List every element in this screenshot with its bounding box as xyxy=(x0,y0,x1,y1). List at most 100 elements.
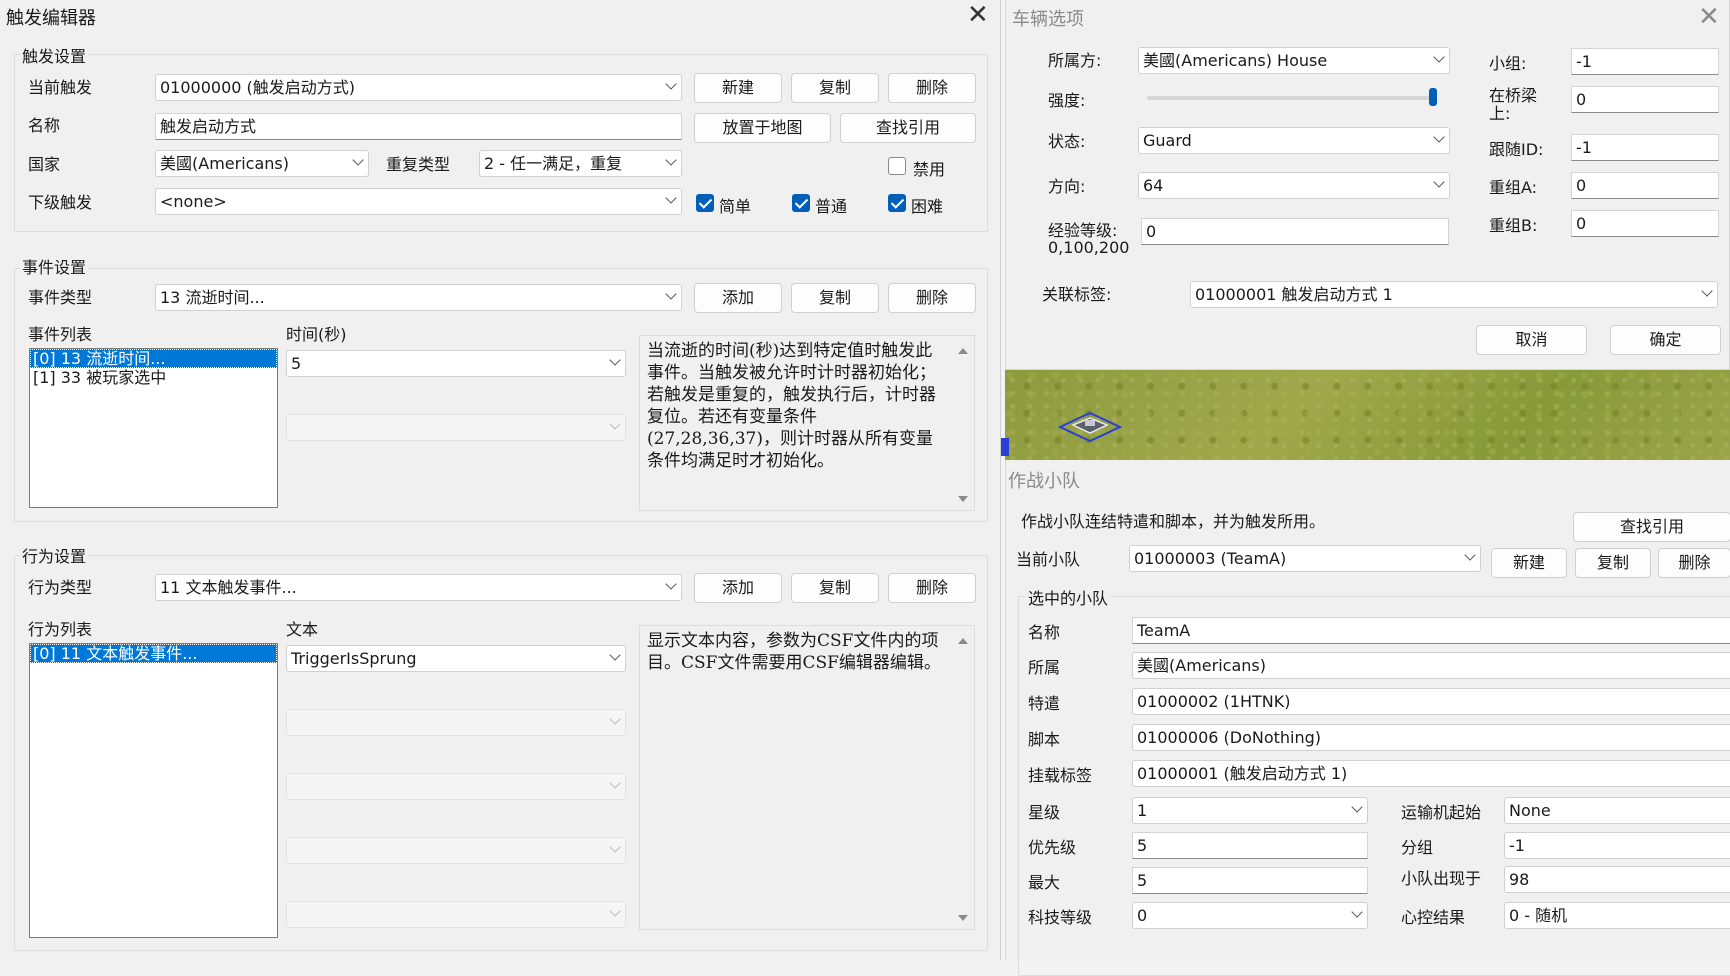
delete-action-button[interactable]: 删除 xyxy=(888,573,976,603)
trigger-settings-label: 触发设置 xyxy=(20,43,89,67)
team-tag-select[interactable]: 01000001 (触发启动方式 1) xyxy=(1132,760,1730,787)
current-team-select[interactable]: 01000003 (TeamA) xyxy=(1129,545,1481,572)
event-param-select[interactable]: 5 xyxy=(286,350,626,377)
direction-select[interactable]: 64 xyxy=(1138,172,1450,199)
action-list[interactable]: [0] 11 文本触发事件... xyxy=(29,643,278,938)
priority-input[interactable]: 5 xyxy=(1132,832,1368,859)
team-tag-label: 挂载标签 xyxy=(1028,766,1093,785)
scroll-up-icon[interactable] xyxy=(958,638,968,644)
taskforce-select[interactable]: 01000002 (1HTNK) xyxy=(1132,688,1730,715)
owner-label: 所属方: xyxy=(1048,51,1102,70)
scroll-down-icon[interactable] xyxy=(958,496,968,502)
tank-unit-icon[interactable] xyxy=(1055,405,1125,445)
tag-label: 关联标签: xyxy=(1042,285,1112,304)
strength-slider-track[interactable] xyxy=(1147,96,1437,100)
action-settings-label: 行为设置 xyxy=(20,543,89,567)
normal-checkbox[interactable] xyxy=(792,194,810,212)
copy-action-button[interactable]: 复制 xyxy=(791,573,879,603)
state-select[interactable]: Guard xyxy=(1138,127,1450,154)
close-icon[interactable]: ✕ xyxy=(1698,4,1720,30)
owner-select[interactable]: 美國(Americans) House xyxy=(1138,47,1450,74)
action-param-select[interactable]: TriggerIsSprung xyxy=(286,645,626,672)
action-param2-select[interactable] xyxy=(286,709,626,736)
copy-team-button[interactable]: 复制 xyxy=(1575,548,1651,578)
team-name-label: 名称 xyxy=(1028,623,1061,642)
team-panel: 作战小队 作战小队连结特遣和脚本，并为触发所用。 查找引用 当前小队 01000… xyxy=(1005,460,1730,976)
action-type-select[interactable]: 11 文本触发事件... xyxy=(155,574,682,601)
veteran-hint: 0,100,200 xyxy=(1048,238,1130,257)
chevron-down-icon xyxy=(609,841,621,853)
map-view[interactable] xyxy=(1005,370,1730,460)
current-trigger-select[interactable]: 01000000 (触发启动方式) xyxy=(155,74,682,101)
cancel-button[interactable]: 取消 xyxy=(1476,325,1587,355)
chevron-down-icon xyxy=(665,78,677,90)
selected-team-label: 选中的小队 xyxy=(1026,585,1111,609)
hard-checkbox[interactable] xyxy=(888,194,906,212)
regroup-b-input[interactable]: 0 xyxy=(1571,210,1719,237)
team-group-select[interactable]: -1 xyxy=(1504,832,1730,859)
copy-event-button[interactable]: 复制 xyxy=(791,283,879,313)
scroll-down-icon[interactable] xyxy=(958,915,968,921)
action-param4-select[interactable] xyxy=(286,837,626,864)
max-input[interactable]: 5 xyxy=(1132,867,1368,894)
team-veteran-select[interactable]: 1 xyxy=(1132,797,1368,824)
action-param3-select[interactable] xyxy=(286,773,626,800)
transport-select[interactable]: None xyxy=(1504,797,1730,824)
event-type-select[interactable]: 13 流逝时间... xyxy=(155,284,682,311)
action-param5-select[interactable] xyxy=(286,901,626,928)
chevron-down-icon xyxy=(352,154,364,166)
waypoint-select[interactable]: 98 xyxy=(1504,866,1730,893)
team-name-input[interactable]: TeamA xyxy=(1132,617,1730,644)
event-param-label: 时间(秒) xyxy=(286,325,347,344)
action-description: 显示文本内容，参数为CSF文件内的项目。CSF文件需要用CSF编辑器编辑。 xyxy=(639,625,975,930)
chevron-down-icon xyxy=(665,288,677,300)
add-event-button[interactable]: 添加 xyxy=(694,283,782,313)
copy-trigger-button[interactable]: 复制 xyxy=(791,73,879,103)
strength-slider-thumb[interactable] xyxy=(1429,88,1437,106)
follow-id-input[interactable]: -1 xyxy=(1571,134,1719,161)
country-select[interactable]: 美國(Americans) xyxy=(155,150,369,177)
delete-event-button[interactable]: 删除 xyxy=(888,283,976,313)
chevron-down-icon xyxy=(1351,906,1363,918)
trigger-name-input[interactable]: 触发启动方式 xyxy=(155,113,682,140)
place-on-map-button[interactable]: 放置于地图 xyxy=(694,113,831,143)
list-item[interactable]: [0] 13 流逝时间... xyxy=(30,349,277,368)
regroup-a-input[interactable]: 0 xyxy=(1571,172,1719,199)
max-label: 最大 xyxy=(1028,873,1061,892)
ok-button[interactable]: 确定 xyxy=(1610,325,1721,355)
group-input[interactable]: -1 xyxy=(1571,48,1719,75)
mind-control-select[interactable]: 0 - 随机 xyxy=(1504,902,1730,929)
easy-checkbox[interactable] xyxy=(696,194,714,212)
team-owner-select[interactable]: 美國(Americans) xyxy=(1132,652,1730,679)
add-action-button[interactable]: 添加 xyxy=(694,573,782,603)
action-type-label: 行为类型 xyxy=(28,578,93,597)
new-team-button[interactable]: 新建 xyxy=(1491,548,1567,578)
close-icon[interactable]: ✕ xyxy=(967,2,989,28)
chevron-down-icon xyxy=(1351,801,1363,813)
sub-trigger-select[interactable]: <none> xyxy=(155,188,682,215)
script-label: 脚本 xyxy=(1028,730,1061,749)
event-list[interactable]: [0] 13 流逝时间... [1] 33 被玩家选中 xyxy=(29,348,278,508)
action-list-label: 行为列表 xyxy=(28,620,93,639)
chevron-down-icon xyxy=(1701,285,1713,297)
window-title: 触发编辑器 xyxy=(6,8,96,29)
event-param2-select[interactable] xyxy=(286,414,626,441)
chevron-down-icon xyxy=(1433,131,1445,143)
list-item[interactable]: [0] 11 文本触发事件... xyxy=(30,644,277,663)
disable-checkbox[interactable] xyxy=(888,157,906,175)
delete-team-button[interactable]: 删除 xyxy=(1658,548,1730,578)
find-reference-button[interactable]: 查找引用 xyxy=(840,113,976,143)
script-select[interactable]: 01000006 (DoNothing) xyxy=(1132,724,1730,751)
team-find-reference-button[interactable]: 查找引用 xyxy=(1573,512,1730,542)
delete-trigger-button[interactable]: 删除 xyxy=(888,73,976,103)
tag-select[interactable]: 01000001 触发启动方式 1 xyxy=(1190,281,1718,308)
tech-level-select[interactable]: 0 xyxy=(1132,902,1368,929)
veteran-input[interactable]: 0 xyxy=(1141,218,1449,245)
new-trigger-button[interactable]: 新建 xyxy=(694,73,782,103)
event-description-text: 当流逝的时间(秒)达到特定值时触发此事件。当触发被允许时计时器初始化；若触发是重… xyxy=(647,341,936,471)
list-item[interactable]: [1] 33 被玩家选中 xyxy=(30,368,277,387)
scroll-up-icon[interactable] xyxy=(958,348,968,354)
repeat-type-select[interactable]: 2 - 任一满足，重复 xyxy=(479,150,682,177)
on-bridge-input[interactable]: 0 xyxy=(1571,86,1719,113)
chevron-down-icon xyxy=(1433,51,1445,63)
